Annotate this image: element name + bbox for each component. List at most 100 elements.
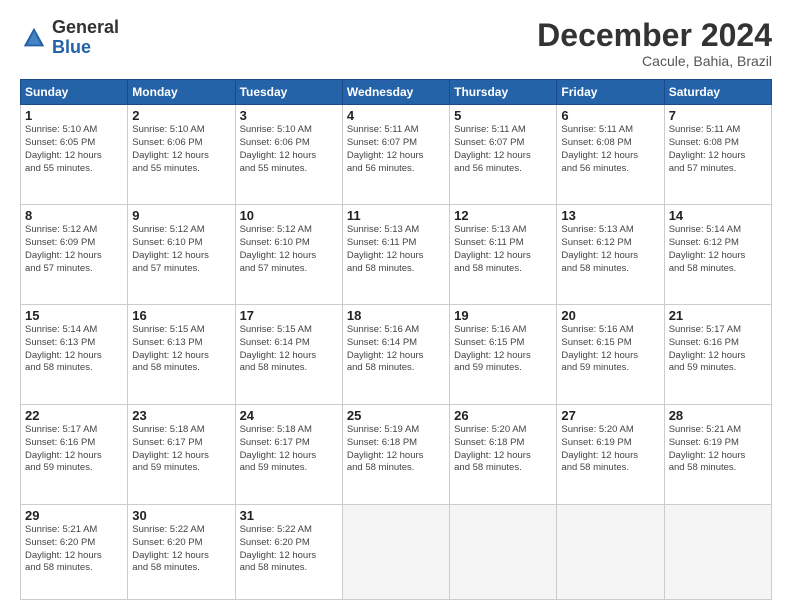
day-info: Sunrise: 5:19 AM Sunset: 6:18 PM Dayligh… — [347, 424, 445, 475]
calendar-header-monday: Monday — [128, 80, 235, 105]
header: General Blue December 2024 Cacule, Bahia… — [20, 18, 772, 69]
day-info: Sunrise: 5:12 AM Sunset: 6:10 PM Dayligh… — [240, 224, 338, 275]
day-number: 10 — [240, 208, 338, 223]
day-info: Sunrise: 5:15 AM Sunset: 6:13 PM Dayligh… — [132, 324, 230, 375]
calendar-week-row: 1Sunrise: 5:10 AM Sunset: 6:05 PM Daylig… — [21, 105, 772, 205]
day-number: 4 — [347, 108, 445, 123]
day-info: Sunrise: 5:11 AM Sunset: 6:08 PM Dayligh… — [669, 124, 767, 175]
day-info: Sunrise: 5:11 AM Sunset: 6:07 PM Dayligh… — [454, 124, 552, 175]
day-info: Sunrise: 5:18 AM Sunset: 6:17 PM Dayligh… — [132, 424, 230, 475]
calendar-header-thursday: Thursday — [450, 80, 557, 105]
day-info: Sunrise: 5:17 AM Sunset: 6:16 PM Dayligh… — [669, 324, 767, 375]
calendar-cell: 6Sunrise: 5:11 AM Sunset: 6:08 PM Daylig… — [557, 105, 664, 205]
day-number: 16 — [132, 308, 230, 323]
day-number: 17 — [240, 308, 338, 323]
calendar-cell: 20Sunrise: 5:16 AM Sunset: 6:15 PM Dayli… — [557, 305, 664, 405]
day-info: Sunrise: 5:22 AM Sunset: 6:20 PM Dayligh… — [240, 524, 338, 575]
day-number: 24 — [240, 408, 338, 423]
day-number: 25 — [347, 408, 445, 423]
day-info: Sunrise: 5:10 AM Sunset: 6:06 PM Dayligh… — [132, 124, 230, 175]
calendar-cell: 3Sunrise: 5:10 AM Sunset: 6:06 PM Daylig… — [235, 105, 342, 205]
day-info: Sunrise: 5:13 AM Sunset: 6:11 PM Dayligh… — [454, 224, 552, 275]
calendar-cell: 24Sunrise: 5:18 AM Sunset: 6:17 PM Dayli… — [235, 404, 342, 504]
calendar-cell — [450, 504, 557, 599]
calendar-cell — [342, 504, 449, 599]
day-number: 14 — [669, 208, 767, 223]
day-info: Sunrise: 5:21 AM Sunset: 6:20 PM Dayligh… — [25, 524, 123, 575]
calendar-cell: 7Sunrise: 5:11 AM Sunset: 6:08 PM Daylig… — [664, 105, 771, 205]
calendar-cell: 2Sunrise: 5:10 AM Sunset: 6:06 PM Daylig… — [128, 105, 235, 205]
day-info: Sunrise: 5:10 AM Sunset: 6:06 PM Dayligh… — [240, 124, 338, 175]
day-info: Sunrise: 5:16 AM Sunset: 6:14 PM Dayligh… — [347, 324, 445, 375]
day-info: Sunrise: 5:20 AM Sunset: 6:19 PM Dayligh… — [561, 424, 659, 475]
calendar-cell: 15Sunrise: 5:14 AM Sunset: 6:13 PM Dayli… — [21, 305, 128, 405]
day-info: Sunrise: 5:20 AM Sunset: 6:18 PM Dayligh… — [454, 424, 552, 475]
day-info: Sunrise: 5:22 AM Sunset: 6:20 PM Dayligh… — [132, 524, 230, 575]
day-number: 9 — [132, 208, 230, 223]
calendar-cell: 18Sunrise: 5:16 AM Sunset: 6:14 PM Dayli… — [342, 305, 449, 405]
page: General Blue December 2024 Cacule, Bahia… — [0, 0, 792, 612]
calendar-cell — [557, 504, 664, 599]
day-number: 26 — [454, 408, 552, 423]
calendar-cell: 17Sunrise: 5:15 AM Sunset: 6:14 PM Dayli… — [235, 305, 342, 405]
logo-general: General — [52, 18, 119, 38]
day-number: 18 — [347, 308, 445, 323]
calendar-cell: 26Sunrise: 5:20 AM Sunset: 6:18 PM Dayli… — [450, 404, 557, 504]
calendar-table: SundayMondayTuesdayWednesdayThursdayFrid… — [20, 79, 772, 600]
day-info: Sunrise: 5:15 AM Sunset: 6:14 PM Dayligh… — [240, 324, 338, 375]
day-number: 2 — [132, 108, 230, 123]
day-info: Sunrise: 5:14 AM Sunset: 6:12 PM Dayligh… — [669, 224, 767, 275]
day-number: 31 — [240, 508, 338, 523]
calendar-cell: 25Sunrise: 5:19 AM Sunset: 6:18 PM Dayli… — [342, 404, 449, 504]
day-info: Sunrise: 5:11 AM Sunset: 6:08 PM Dayligh… — [561, 124, 659, 175]
calendar-header-tuesday: Tuesday — [235, 80, 342, 105]
calendar-header-row: SundayMondayTuesdayWednesdayThursdayFrid… — [21, 80, 772, 105]
day-number: 8 — [25, 208, 123, 223]
day-number: 5 — [454, 108, 552, 123]
month-title: December 2024 — [537, 18, 772, 53]
calendar-cell: 13Sunrise: 5:13 AM Sunset: 6:12 PM Dayli… — [557, 205, 664, 305]
day-number: 29 — [25, 508, 123, 523]
day-number: 20 — [561, 308, 659, 323]
title-area: December 2024 Cacule, Bahia, Brazil — [537, 18, 772, 69]
calendar-cell — [664, 504, 771, 599]
calendar-cell: 9Sunrise: 5:12 AM Sunset: 6:10 PM Daylig… — [128, 205, 235, 305]
location: Cacule, Bahia, Brazil — [537, 53, 772, 69]
day-info: Sunrise: 5:16 AM Sunset: 6:15 PM Dayligh… — [454, 324, 552, 375]
calendar-week-row: 8Sunrise: 5:12 AM Sunset: 6:09 PM Daylig… — [21, 205, 772, 305]
day-number: 15 — [25, 308, 123, 323]
day-number: 12 — [454, 208, 552, 223]
calendar-cell: 5Sunrise: 5:11 AM Sunset: 6:07 PM Daylig… — [450, 105, 557, 205]
day-info: Sunrise: 5:18 AM Sunset: 6:17 PM Dayligh… — [240, 424, 338, 475]
day-number: 13 — [561, 208, 659, 223]
day-number: 30 — [132, 508, 230, 523]
day-number: 27 — [561, 408, 659, 423]
calendar-header-saturday: Saturday — [664, 80, 771, 105]
day-number: 28 — [669, 408, 767, 423]
calendar-header-sunday: Sunday — [21, 80, 128, 105]
day-number: 6 — [561, 108, 659, 123]
day-info: Sunrise: 5:13 AM Sunset: 6:12 PM Dayligh… — [561, 224, 659, 275]
calendar-cell: 29Sunrise: 5:21 AM Sunset: 6:20 PM Dayli… — [21, 504, 128, 599]
day-number: 19 — [454, 308, 552, 323]
day-info: Sunrise: 5:10 AM Sunset: 6:05 PM Dayligh… — [25, 124, 123, 175]
logo-blue: Blue — [52, 38, 119, 58]
day-number: 7 — [669, 108, 767, 123]
logo-icon — [20, 24, 48, 52]
calendar-cell: 27Sunrise: 5:20 AM Sunset: 6:19 PM Dayli… — [557, 404, 664, 504]
calendar-cell: 21Sunrise: 5:17 AM Sunset: 6:16 PM Dayli… — [664, 305, 771, 405]
day-number: 21 — [669, 308, 767, 323]
day-number: 1 — [25, 108, 123, 123]
day-info: Sunrise: 5:14 AM Sunset: 6:13 PM Dayligh… — [25, 324, 123, 375]
calendar-cell: 12Sunrise: 5:13 AM Sunset: 6:11 PM Dayli… — [450, 205, 557, 305]
calendar-cell: 8Sunrise: 5:12 AM Sunset: 6:09 PM Daylig… — [21, 205, 128, 305]
day-number: 22 — [25, 408, 123, 423]
calendar-week-row: 22Sunrise: 5:17 AM Sunset: 6:16 PM Dayli… — [21, 404, 772, 504]
calendar-week-row: 29Sunrise: 5:21 AM Sunset: 6:20 PM Dayli… — [21, 504, 772, 599]
day-info: Sunrise: 5:12 AM Sunset: 6:10 PM Dayligh… — [132, 224, 230, 275]
day-info: Sunrise: 5:17 AM Sunset: 6:16 PM Dayligh… — [25, 424, 123, 475]
calendar-week-row: 15Sunrise: 5:14 AM Sunset: 6:13 PM Dayli… — [21, 305, 772, 405]
logo-text: General Blue — [52, 18, 119, 58]
day-info: Sunrise: 5:12 AM Sunset: 6:09 PM Dayligh… — [25, 224, 123, 275]
calendar-cell: 11Sunrise: 5:13 AM Sunset: 6:11 PM Dayli… — [342, 205, 449, 305]
